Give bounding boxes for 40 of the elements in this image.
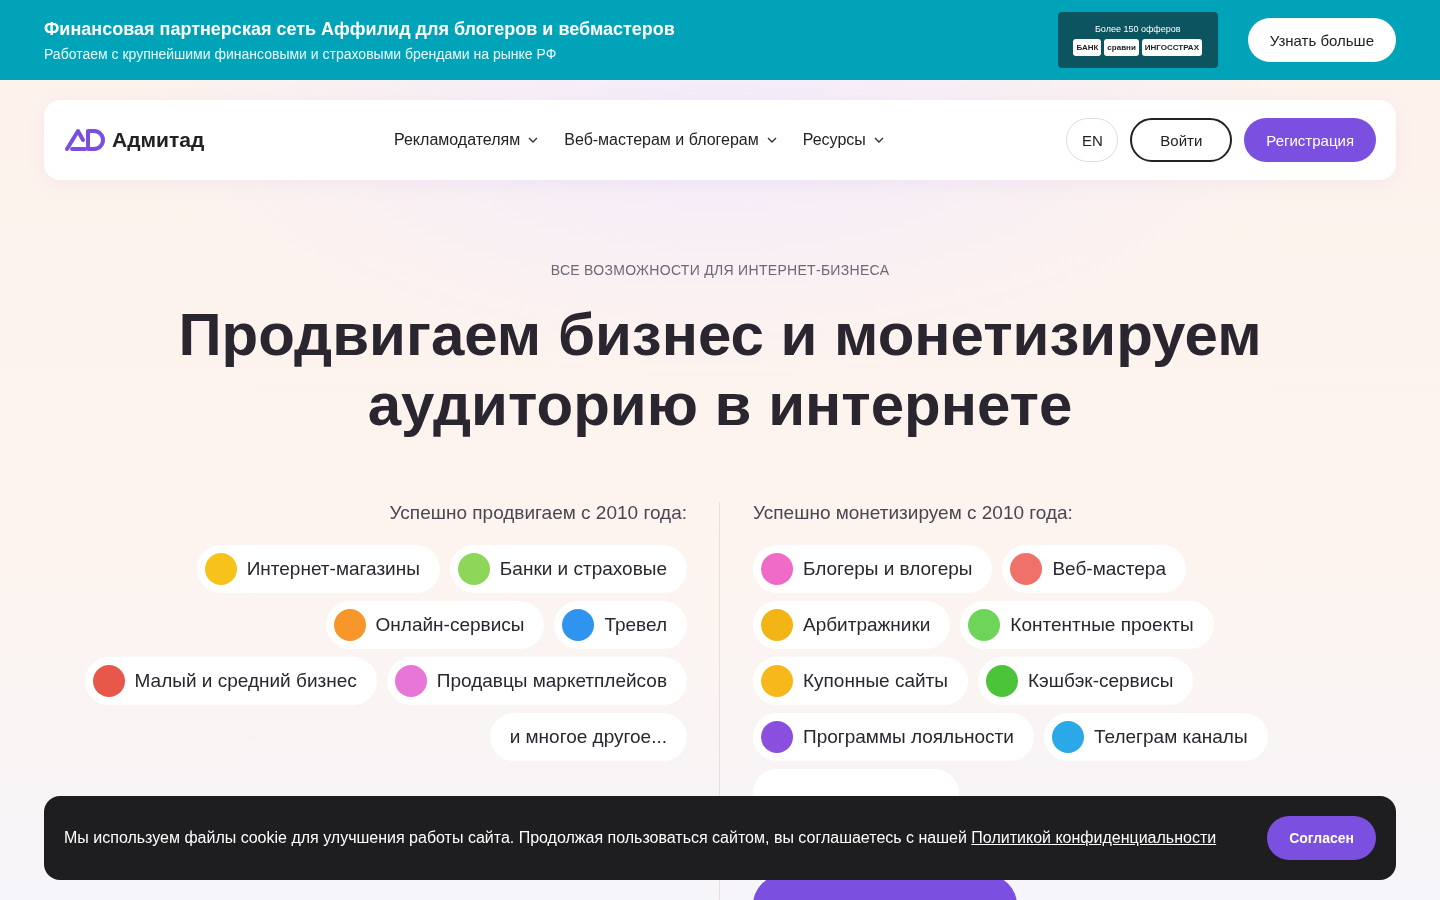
promo-title: Финансовая партнерская сеть Аффилид для блогеров и вебмастеров [44,18,676,40]
brand-logo: сравни [1104,39,1139,56]
chevron-down-icon [873,137,884,143]
category-chip[interactable]: Веб-мастера [1002,545,1186,593]
brand-logo: ИНГОССТРАХ [1141,39,1202,56]
category-chip[interactable]: Блогеры и влогеры [753,545,993,593]
category-chip[interactable]: Арбитражники [753,601,951,649]
hero-eyebrow: ВСЕ ВОЗМОЖНОСТИ ДЛЯ ИНТЕРНЕТ-БИЗНЕСА [550,262,890,278]
category-chip[interactable]: Онлайн-сервисы [325,601,545,649]
category-chip[interactable]: Продавцы маркетплейсов [386,657,687,705]
hero-title: Продвигаем бизнес и монетизируем аудиторию в интернете [177,300,1263,440]
category-chip[interactable]: Контентные проекты [960,601,1214,649]
nav-menu-item[interactable]: Рекламодателям [394,131,539,149]
offers-caption: Более 150 офферов [1094,24,1181,34]
agree-button[interactable]: Согласен [1267,816,1376,860]
category-chip[interactable]: Банки и страховые [449,545,687,593]
nav-menu-item[interactable]: Веб-мастерам и блогерам [564,131,777,149]
logo-text[interactable]: Адмитад [112,128,205,152]
learn-more-button[interactable]: Узнать больше [1247,18,1396,62]
category-chip[interactable]: Интернет-магазины [196,545,440,593]
register-button[interactable]: Регистрация [1244,118,1376,162]
category-chip[interactable]: Программы лояльности [753,713,1034,761]
category-chip[interactable]: Купонные сайты [753,657,968,705]
more-chip[interactable]: и многое другое... [489,713,687,761]
logo-icon[interactable] [64,128,108,152]
brand-logo: БАНК [1073,39,1102,56]
category-chip[interactable]: Тревел [554,601,687,649]
promo-subtitle: Работаем с крупнейшими финансовыми и страховыми брендами на рынке РФ [44,45,558,62]
column-heading: Успешно продвигаем с 2010 года: [389,502,687,524]
chevron-down-icon [528,137,539,143]
category-chip[interactable]: Малый и средний бизнес [84,657,377,705]
nav-menu-item[interactable]: Ресурсы [802,131,884,149]
language-button[interactable]: EN [1066,118,1119,162]
privacy-link[interactable]: Политикой конфиденциальности [971,829,1217,846]
cookie-text: Мы используем файлы cookie для улучшения работы сайта. Продолжая пользоваться сайтом, вы соглашаетесь с нашей Политикой конфиденциальности [64,829,1217,847]
chevron-down-icon [766,137,777,143]
login-button[interactable]: Войти [1130,118,1233,162]
category-chip[interactable]: Кэшбэк-сервисы [977,657,1194,705]
column-heading: Успешно монетизируем с 2010 года: [753,502,1073,524]
category-chip[interactable]: Телеграм каналы [1043,713,1268,761]
